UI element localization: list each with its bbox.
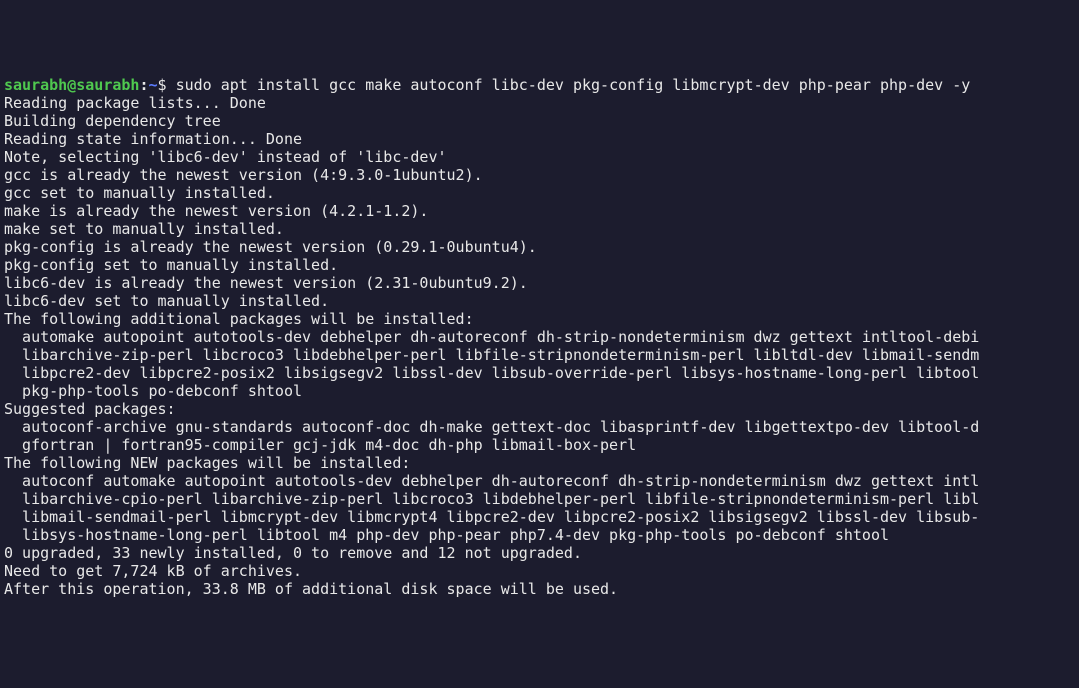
output-line: gcc is already the newest version (4:9.3… bbox=[4, 166, 1075, 184]
output-line: Building dependency tree bbox=[4, 112, 1075, 130]
output-line: libc6-dev set to manually installed. bbox=[4, 292, 1075, 310]
prompt-path: ~ bbox=[149, 76, 158, 94]
prompt-user-host: saurabh@saurabh bbox=[4, 76, 139, 94]
output-line: gfortran | fortran95-compiler gcj-jdk m4… bbox=[4, 436, 1075, 454]
output-line: libarchive-cpio-perl libarchive-zip-perl… bbox=[4, 490, 1075, 508]
output-line: 0 upgraded, 33 newly installed, 0 to rem… bbox=[4, 544, 1075, 562]
output-line: libmail-sendmail-perl libmcrypt-dev libm… bbox=[4, 508, 1075, 526]
output-line: pkg-php-tools po-debconf shtool bbox=[4, 382, 1075, 400]
output-line: make is already the newest version (4.2.… bbox=[4, 202, 1075, 220]
output-line: gcc set to manually installed. bbox=[4, 184, 1075, 202]
prompt-line: saurabh@saurabh:~$ sudo apt install gcc … bbox=[4, 76, 970, 94]
output-line: pkg-config set to manually installed. bbox=[4, 256, 1075, 274]
output-line: pkg-config is already the newest version… bbox=[4, 238, 1075, 256]
output-line: automake autopoint autotools-dev debhelp… bbox=[4, 328, 1075, 346]
output-line: Note, selecting 'libc6-dev' instead of '… bbox=[4, 148, 1075, 166]
output-line: libc6-dev is already the newest version … bbox=[4, 274, 1075, 292]
output-line: libsys-hostname-long-perl libtool m4 php… bbox=[4, 526, 1075, 544]
output-line: The following additional packages will b… bbox=[4, 310, 1075, 328]
output-line: make set to manually installed. bbox=[4, 220, 1075, 238]
terminal-window[interactable]: saurabh@saurabh:~$ sudo apt install gcc … bbox=[4, 76, 1075, 598]
prompt-dollar: $ bbox=[158, 76, 176, 94]
output-line: Need to get 7,724 kB of archives. bbox=[4, 562, 1075, 580]
output-line: autoconf automake autopoint autotools-de… bbox=[4, 472, 1075, 490]
output-line: Suggested packages: bbox=[4, 400, 1075, 418]
prompt-colon: : bbox=[139, 76, 148, 94]
output-line: After this operation, 33.8 MB of additio… bbox=[4, 580, 1075, 598]
output-line: libpcre2-dev libpcre2-posix2 libsigsegv2… bbox=[4, 364, 1075, 382]
output-line: autoconf-archive gnu-standards autoconf-… bbox=[4, 418, 1075, 436]
output-line: Reading package lists... Done bbox=[4, 94, 1075, 112]
output-line: Reading state information... Done bbox=[4, 130, 1075, 148]
output-line: libarchive-zip-perl libcroco3 libdebhelp… bbox=[4, 346, 1075, 364]
output-line: The following NEW packages will be insta… bbox=[4, 454, 1075, 472]
command-text: sudo apt install gcc make autoconf libc-… bbox=[176, 76, 971, 94]
